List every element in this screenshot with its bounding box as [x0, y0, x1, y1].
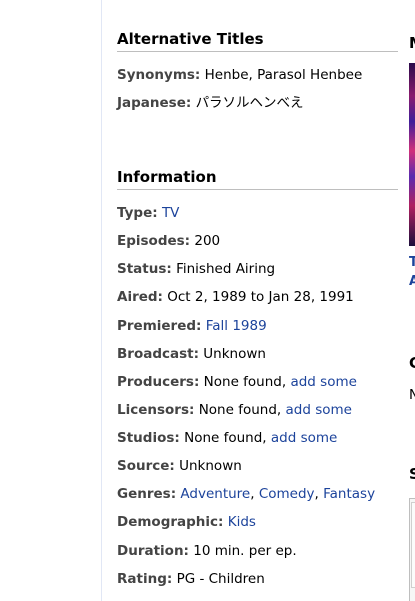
genre-link-comedy[interactable]: Comedy — [259, 486, 315, 502]
demographic-label: Demographic: — [117, 514, 224, 530]
duration-label: Duration: — [117, 543, 189, 559]
right-column-text: N — [409, 387, 415, 403]
producers-row: Producers: None found, add some — [117, 373, 407, 391]
source-row: Source: Unknown — [117, 457, 407, 475]
studios-label: Studios: — [117, 430, 180, 446]
genre-link-fantasy[interactable]: Fantasy — [323, 486, 375, 502]
rating-row: Rating: PG - Children — [117, 570, 407, 588]
source-label: Source: — [117, 458, 175, 474]
status-row: Status: Finished Airing — [117, 260, 407, 278]
episodes-value: 200 — [194, 233, 221, 249]
related-thumbnail-image[interactable] — [409, 63, 415, 246]
licensors-row: Licensors: None found, add some — [117, 401, 407, 419]
alternative-titles-heading: Alternative Titles — [117, 29, 398, 52]
premiered-link[interactable]: Fall 1989 — [206, 318, 267, 334]
studios-value: None found, — [184, 430, 267, 446]
right-column-heading-3: S — [409, 465, 415, 483]
japanese-value: パラソルヘンべえ — [195, 95, 304, 111]
synonyms-row: Synonyms: Henbe, Parasol Henbee — [117, 66, 407, 84]
producers-value: None found, — [203, 374, 287, 390]
broadcast-label: Broadcast: — [117, 346, 199, 362]
rating-label: Rating: — [117, 571, 173, 587]
genres-row: Genres: Adventure, Comedy, Fantasy — [117, 485, 407, 503]
japanese-title-row: Japanese: パラソルヘンべえ — [117, 94, 407, 112]
genre-link-adventure[interactable]: Adventure — [180, 486, 250, 502]
type-label: Type: — [117, 205, 158, 221]
japanese-label: Japanese: — [117, 95, 192, 111]
aired-value: Oct 2, 1989 to Jan 28, 1991 — [167, 289, 354, 305]
demographic-row: Demographic: Kids — [117, 513, 407, 531]
studios-add-some-link[interactable]: add some — [271, 430, 337, 446]
synonyms-label: Synonyms: — [117, 67, 201, 83]
status-label: Status: — [117, 261, 172, 277]
licensors-add-some-link[interactable]: add some — [286, 402, 352, 418]
page: Alternative Titles Synonyms: Henbe, Para… — [0, 0, 415, 601]
episodes-label: Episodes: — [117, 233, 191, 249]
producers-add-some-link[interactable]: add some — [290, 374, 356, 390]
information-heading: Information — [117, 167, 398, 190]
right-column-box-inner — [411, 502, 415, 588]
right-column-heading-1: M — [409, 33, 415, 53]
aired-label: Aired: — [117, 289, 163, 305]
duration-row: Duration: 10 min. per ep. — [117, 542, 407, 560]
rating-value: PG - Children — [176, 571, 265, 587]
related-title-link-line-2[interactable]: A — [409, 273, 415, 291]
genre-separator: , — [314, 486, 319, 502]
type-link[interactable]: TV — [162, 205, 179, 221]
source-value: Unknown — [179, 458, 242, 474]
aired-row: Aired: Oct 2, 1989 to Jan 28, 1991 — [117, 288, 407, 306]
left-gutter — [0, 0, 102, 601]
right-column-heading-2: C — [409, 354, 415, 372]
licensors-label: Licensors: — [117, 402, 195, 418]
studios-row: Studios: None found, add some — [117, 429, 407, 447]
synonyms-value: Henbe, Parasol Henbee — [204, 67, 363, 83]
premiered-row: Premiered: Fall 1989 — [117, 317, 407, 335]
producers-label: Producers: — [117, 374, 200, 390]
type-row: Type: TV — [117, 204, 407, 222]
related-title-link-line-1[interactable]: T — [409, 254, 415, 272]
licensors-value: None found, — [198, 402, 282, 418]
demographic-link[interactable]: Kids — [228, 514, 256, 530]
episodes-row: Episodes: 200 — [117, 232, 407, 250]
genre-separator: , — [250, 486, 255, 502]
genres-label: Genres: — [117, 486, 177, 502]
premiered-label: Premiered: — [117, 318, 202, 334]
broadcast-value: Unknown — [203, 346, 266, 362]
broadcast-row: Broadcast: Unknown — [117, 345, 407, 363]
status-value: Finished Airing — [176, 261, 276, 277]
duration-value: 10 min. per ep. — [193, 543, 297, 559]
right-column-clipped: M T A C N S — [409, 0, 415, 601]
